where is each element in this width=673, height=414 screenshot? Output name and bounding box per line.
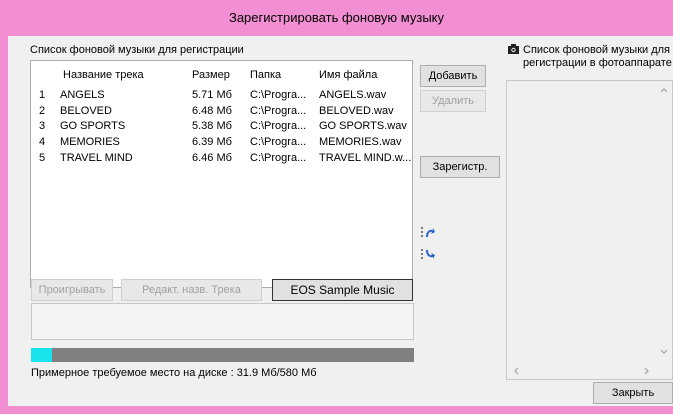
row-number: 4 — [39, 136, 46, 148]
delete-button[interactable]: Удалить — [420, 90, 486, 112]
left-list-label: Список фоновой музыки для регистрации — [30, 44, 244, 56]
row-number: 3 — [39, 120, 46, 132]
track-folder: C:\Progra... — [250, 120, 307, 132]
track-folder: C:\Progra... — [250, 105, 307, 117]
scroll-right-arrow-icon[interactable] — [644, 367, 650, 375]
track-name: MEMORIES — [60, 136, 120, 148]
track-file-name: GO SPORTS.wav — [319, 120, 407, 132]
title-bar[interactable]: Зарегистрировать фоновую музыку — [0, 0, 673, 36]
table-row[interactable]: 3 GO SPORTS 5.38 Мб C:\Progra... GO SPOR… — [31, 120, 411, 135]
track-name: ANGELS — [60, 89, 105, 101]
horizontal-scrollbar[interactable] — [507, 363, 672, 379]
add-button[interactable]: Добавить — [420, 65, 486, 87]
right-list-label-line1: Список фоновой музыки для — [523, 44, 670, 56]
disk-usage-bar — [31, 348, 414, 362]
status-textbox — [31, 303, 414, 340]
track-name: TRAVEL MIND — [60, 152, 133, 164]
table-row[interactable]: 1 ANGELS 5.71 Мб C:\Progra... ANGELS.wav — [31, 89, 411, 104]
track-size: 5.38 Мб — [192, 120, 232, 132]
track-name: GO SPORTS — [60, 120, 126, 132]
track-file-name: MEMORIES.wav — [319, 136, 402, 148]
track-folder: C:\Progra... — [250, 136, 307, 148]
table-row[interactable]: 5 TRAVEL MIND 6.46 Мб C:\Progra... TRAVE… — [31, 152, 411, 167]
row-number: 5 — [39, 152, 46, 164]
track-file-name: ANGELS.wav — [319, 89, 387, 101]
row-number: 1 — [39, 89, 46, 101]
camera-music-list[interactable] — [506, 80, 673, 380]
edit-track-name-button[interactable]: Редакт. назв. Трека — [121, 279, 262, 301]
track-name: BELOVED — [60, 105, 112, 117]
column-header-file-name[interactable]: Имя файла — [319, 69, 377, 81]
disk-space-text: Примерное требуемое место на диске : 31.… — [31, 367, 317, 379]
column-header-size[interactable]: Размер — [192, 69, 230, 81]
right-list-label-line2: регистрации в фотоаппарате — [523, 57, 672, 69]
disk-usage-fill — [31, 348, 52, 362]
track-folder: C:\Progra... — [250, 152, 307, 164]
close-button[interactable]: Закрыть — [593, 382, 673, 404]
track-size: 6.46 Мб — [192, 152, 232, 164]
music-list[interactable]: Название трека Размер Папка Имя файла 1 … — [30, 60, 413, 288]
window-title: Зарегистрировать фоновую музыку — [228, 10, 445, 25]
vertical-scrollbar[interactable] — [656, 81, 672, 363]
play-button[interactable]: Проигрывать — [31, 279, 113, 301]
track-file-name: TRAVEL MIND.w... — [319, 152, 412, 164]
camera-icon — [508, 44, 519, 54]
scroll-left-arrow-icon[interactable] — [513, 367, 519, 375]
register-button[interactable]: Зарегистр. — [420, 156, 500, 178]
track-folder: C:\Progra... — [250, 89, 307, 101]
track-size: 6.39 Мб — [192, 136, 232, 148]
table-row[interactable]: 4 MEMORIES 6.39 Мб C:\Progra... MEMORIES… — [31, 136, 411, 151]
row-number: 2 — [39, 105, 46, 117]
track-file-name: BELOVED.wav — [319, 105, 394, 117]
scroll-up-arrow-icon[interactable] — [660, 87, 668, 93]
column-header-track-name[interactable]: Название трека — [63, 69, 144, 81]
table-row[interactable]: 2 BELOVED 6.48 Мб C:\Progra... BELOVED.w… — [31, 105, 411, 120]
column-header-folder[interactable]: Папка — [250, 69, 281, 81]
eos-sample-music-button[interactable]: EOS Sample Music — [272, 279, 413, 301]
move-up-icon[interactable] — [420, 226, 436, 240]
scroll-down-arrow-icon[interactable] — [660, 349, 668, 355]
dialog-client-area: Список фоновой музыки для регистрации На… — [8, 36, 673, 406]
move-down-icon[interactable] — [420, 248, 436, 262]
track-size: 6.48 Мб — [192, 105, 232, 117]
track-size: 5.71 Мб — [192, 89, 232, 101]
